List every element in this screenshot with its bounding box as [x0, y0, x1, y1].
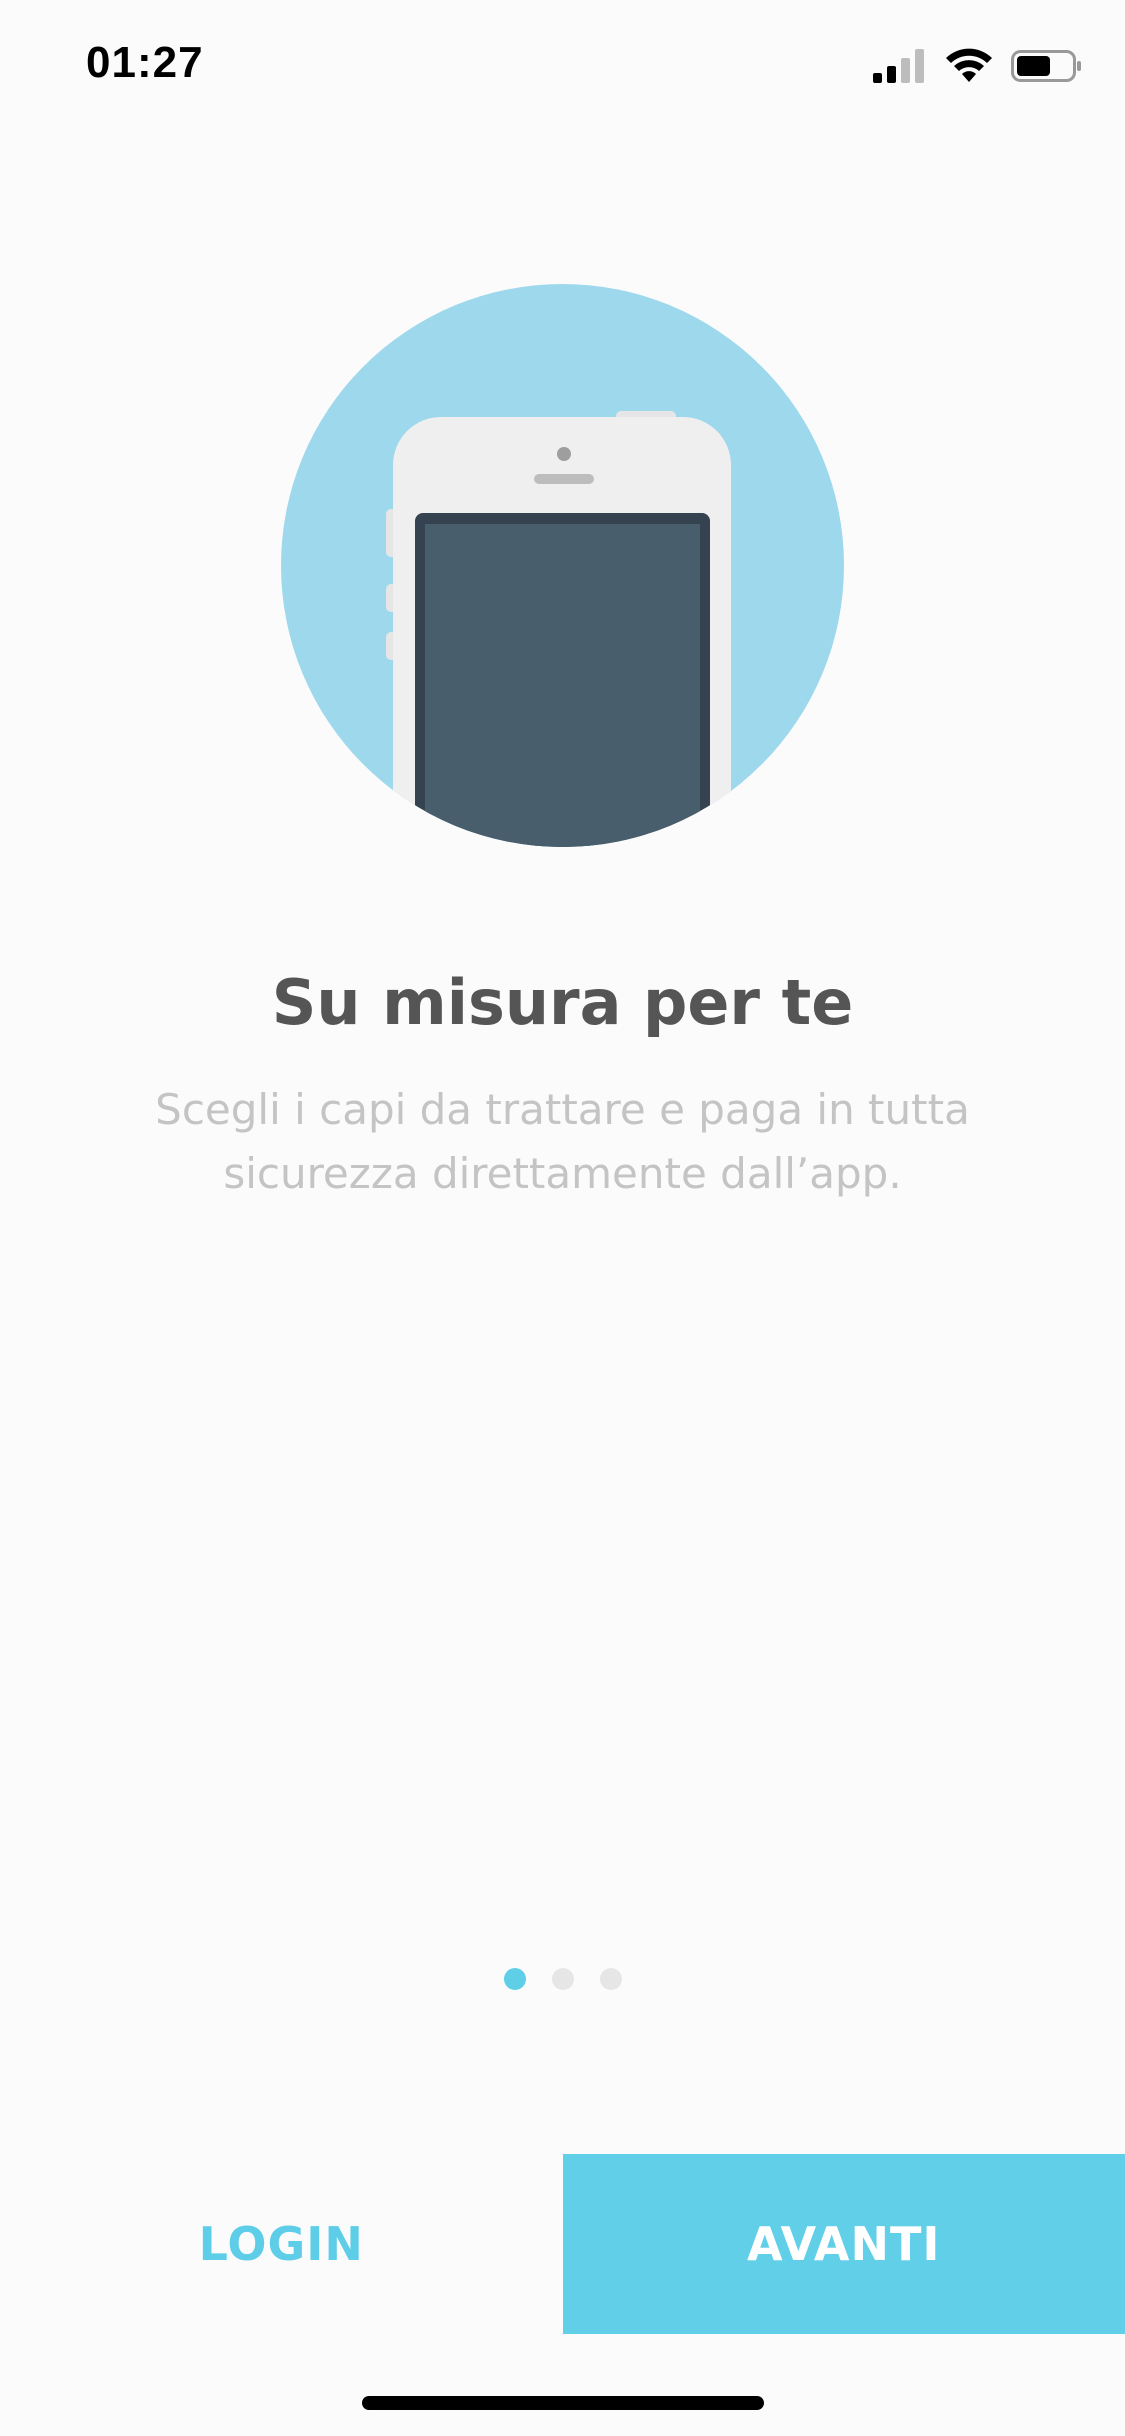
cellular-signal-icon: [873, 49, 927, 87]
status-bar: 01:27: [0, 0, 1125, 140]
next-button[interactable]: AVANTI: [562, 2154, 1125, 2334]
home-indicator[interactable]: [362, 2396, 764, 2410]
bottom-action-bar: LOGIN AVANTI: [0, 2154, 1125, 2334]
onboarding-title: Su misura per te: [271, 966, 854, 1039]
page-dot-3[interactable]: [599, 1968, 622, 1990]
page-indicator: [0, 1968, 1125, 1990]
status-time: 01:27: [86, 38, 204, 87]
page-dot-2[interactable]: [551, 1968, 574, 1990]
wifi-icon: [945, 48, 993, 88]
status-icons: [873, 48, 1083, 88]
login-button[interactable]: LOGIN: [0, 2154, 563, 2334]
onboarding-subtitle: Scegli i capi da trattare e paga in tutt…: [155, 1085, 970, 1198]
smartphone-illustration: [281, 284, 844, 847]
page-dot-1[interactable]: [503, 1968, 526, 1990]
battery-icon: [1011, 48, 1083, 88]
onboarding-screen: 01:27 Su misura per te Scegli i capi da …: [0, 0, 1125, 2436]
